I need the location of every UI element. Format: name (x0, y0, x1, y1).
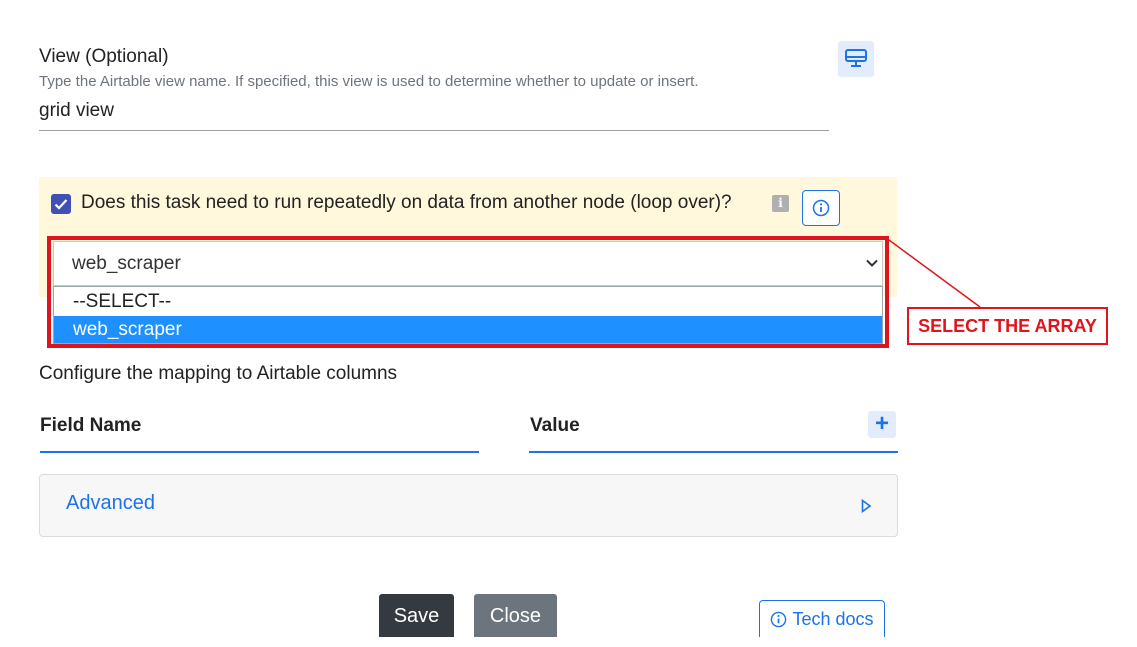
view-input-underline (39, 130, 829, 131)
tech-docs-button[interactable]: Tech docs (759, 600, 885, 638)
loop-over-question: Does this task need to run repeatedly on… (81, 192, 732, 213)
save-button[interactable]: Save (379, 594, 454, 638)
view-field-label: View (Optional) (39, 46, 169, 67)
monitor-icon (845, 49, 867, 67)
view-input[interactable]: grid view (39, 100, 114, 122)
annotation-callout: SELECT THE ARRAY (907, 307, 1108, 345)
advanced-label[interactable]: Advanced (66, 492, 155, 515)
mapping-label: Configure the mapping to Airtable column… (39, 363, 398, 384)
field-name-underline (40, 451, 479, 453)
loop-over-checkbox[interactable] (51, 194, 71, 214)
hint-icon[interactable]: i (772, 195, 789, 212)
checkmark-icon (54, 199, 68, 210)
info-icon (812, 199, 830, 217)
advanced-section[interactable] (39, 474, 898, 537)
annotation-highlight-box (47, 236, 889, 348)
tech-docs-label: Tech docs (792, 609, 874, 629)
monitor-button[interactable] (838, 41, 874, 77)
info-button[interactable] (802, 190, 840, 226)
value-header: Value (530, 415, 580, 436)
value-underline (529, 451, 898, 453)
view-field-help-text: Type the Airtable view name. If specifie… (39, 73, 699, 90)
caret-right-icon[interactable] (860, 499, 872, 513)
add-mapping-button[interactable]: + (868, 411, 896, 438)
info-icon (771, 611, 787, 628)
field-name-header: Field Name (40, 415, 142, 436)
close-button[interactable]: Close (474, 594, 557, 638)
page-bottom-edge (0, 637, 1137, 647)
